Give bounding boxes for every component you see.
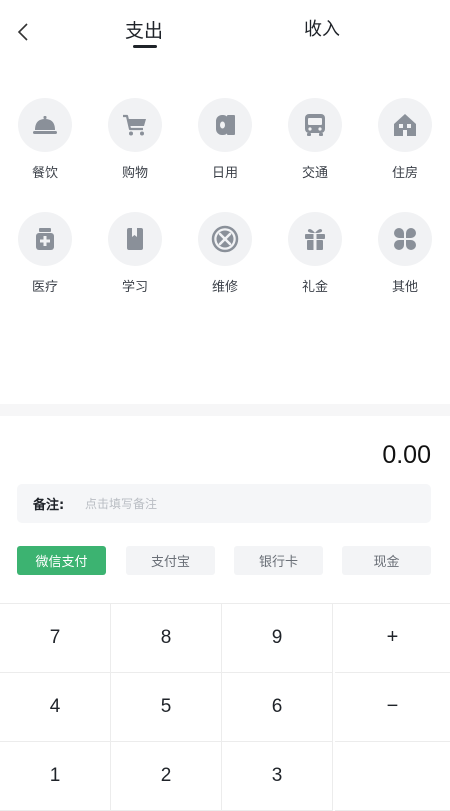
payment-alipay-button[interactable]: 支付宝 — [126, 546, 215, 575]
category-label: 交通 — [301, 166, 328, 181]
remark-label: 备注: — [33, 498, 65, 513]
key-7[interactable]: 7 — [0, 604, 111, 673]
section-divider — [0, 404, 450, 416]
medicine-bottle-icon — [18, 212, 72, 266]
category-label: 礼金 — [301, 280, 328, 295]
book-icon — [108, 212, 162, 266]
category-label: 日用 — [211, 166, 238, 181]
dining-cloche-icon — [18, 98, 72, 152]
category-transport[interactable]: 交通 — [280, 98, 350, 181]
tab-expense[interactable]: 支出 — [125, 16, 163, 43]
payment-bankcard-button[interactable]: 银行卡 — [234, 546, 323, 575]
category-gift[interactable]: 礼金 — [280, 212, 350, 295]
category-other[interactable]: 其他 — [370, 212, 440, 295]
category-shopping[interactable]: 购物 — [100, 98, 170, 181]
category-daily[interactable]: 日用 — [190, 98, 260, 181]
number-keypad: 7 8 9 + 4 5 6 − 1 2 3 — [0, 603, 450, 811]
remark-input[interactable] — [83, 495, 387, 512]
back-button[interactable] — [12, 18, 36, 46]
tab-active-indicator — [133, 45, 157, 48]
key-8[interactable]: 8 — [111, 604, 222, 673]
category-label: 医疗 — [31, 280, 58, 295]
category-label: 学习 — [121, 280, 148, 295]
key-plus[interactable]: + — [335, 604, 450, 673]
shopping-cart-icon — [108, 98, 162, 152]
category-label: 其他 — [391, 280, 418, 295]
house-icon — [378, 98, 432, 152]
category-label: 餐饮 — [31, 166, 58, 181]
key-blank[interactable] — [335, 742, 450, 811]
category-study[interactable]: 学习 — [100, 212, 170, 295]
amount-display: 0.00 — [382, 441, 431, 469]
repair-tools-icon — [198, 212, 252, 266]
category-repair[interactable]: 维修 — [190, 212, 260, 295]
gift-icon — [288, 212, 342, 266]
clover-icon — [378, 212, 432, 266]
category-label: 维修 — [211, 280, 238, 295]
category-label: 住房 — [391, 166, 418, 181]
key-2[interactable]: 2 — [111, 742, 222, 811]
chevron-left-icon — [17, 23, 28, 41]
payment-cash-button[interactable]: 现金 — [342, 546, 431, 575]
category-medical[interactable]: 医疗 — [10, 212, 80, 295]
category-housing[interactable]: 住房 — [370, 98, 440, 181]
key-4[interactable]: 4 — [0, 673, 111, 742]
bus-icon — [288, 98, 342, 152]
key-minus[interactable]: − — [335, 673, 450, 742]
payment-wechat-button[interactable]: 微信支付 — [17, 546, 106, 575]
category-label: 购物 — [121, 166, 148, 181]
key-1[interactable]: 1 — [0, 742, 111, 811]
category-dining[interactable]: 餐饮 — [10, 98, 80, 181]
tab-income[interactable]: 收入 — [304, 15, 340, 41]
key-5[interactable]: 5 — [111, 673, 222, 742]
remark-field[interactable]: 备注: — [17, 484, 431, 523]
key-6[interactable]: 6 — [222, 673, 333, 742]
key-3[interactable]: 3 — [222, 742, 333, 811]
tissue-roll-icon — [198, 98, 252, 152]
key-9[interactable]: 9 — [222, 604, 333, 673]
